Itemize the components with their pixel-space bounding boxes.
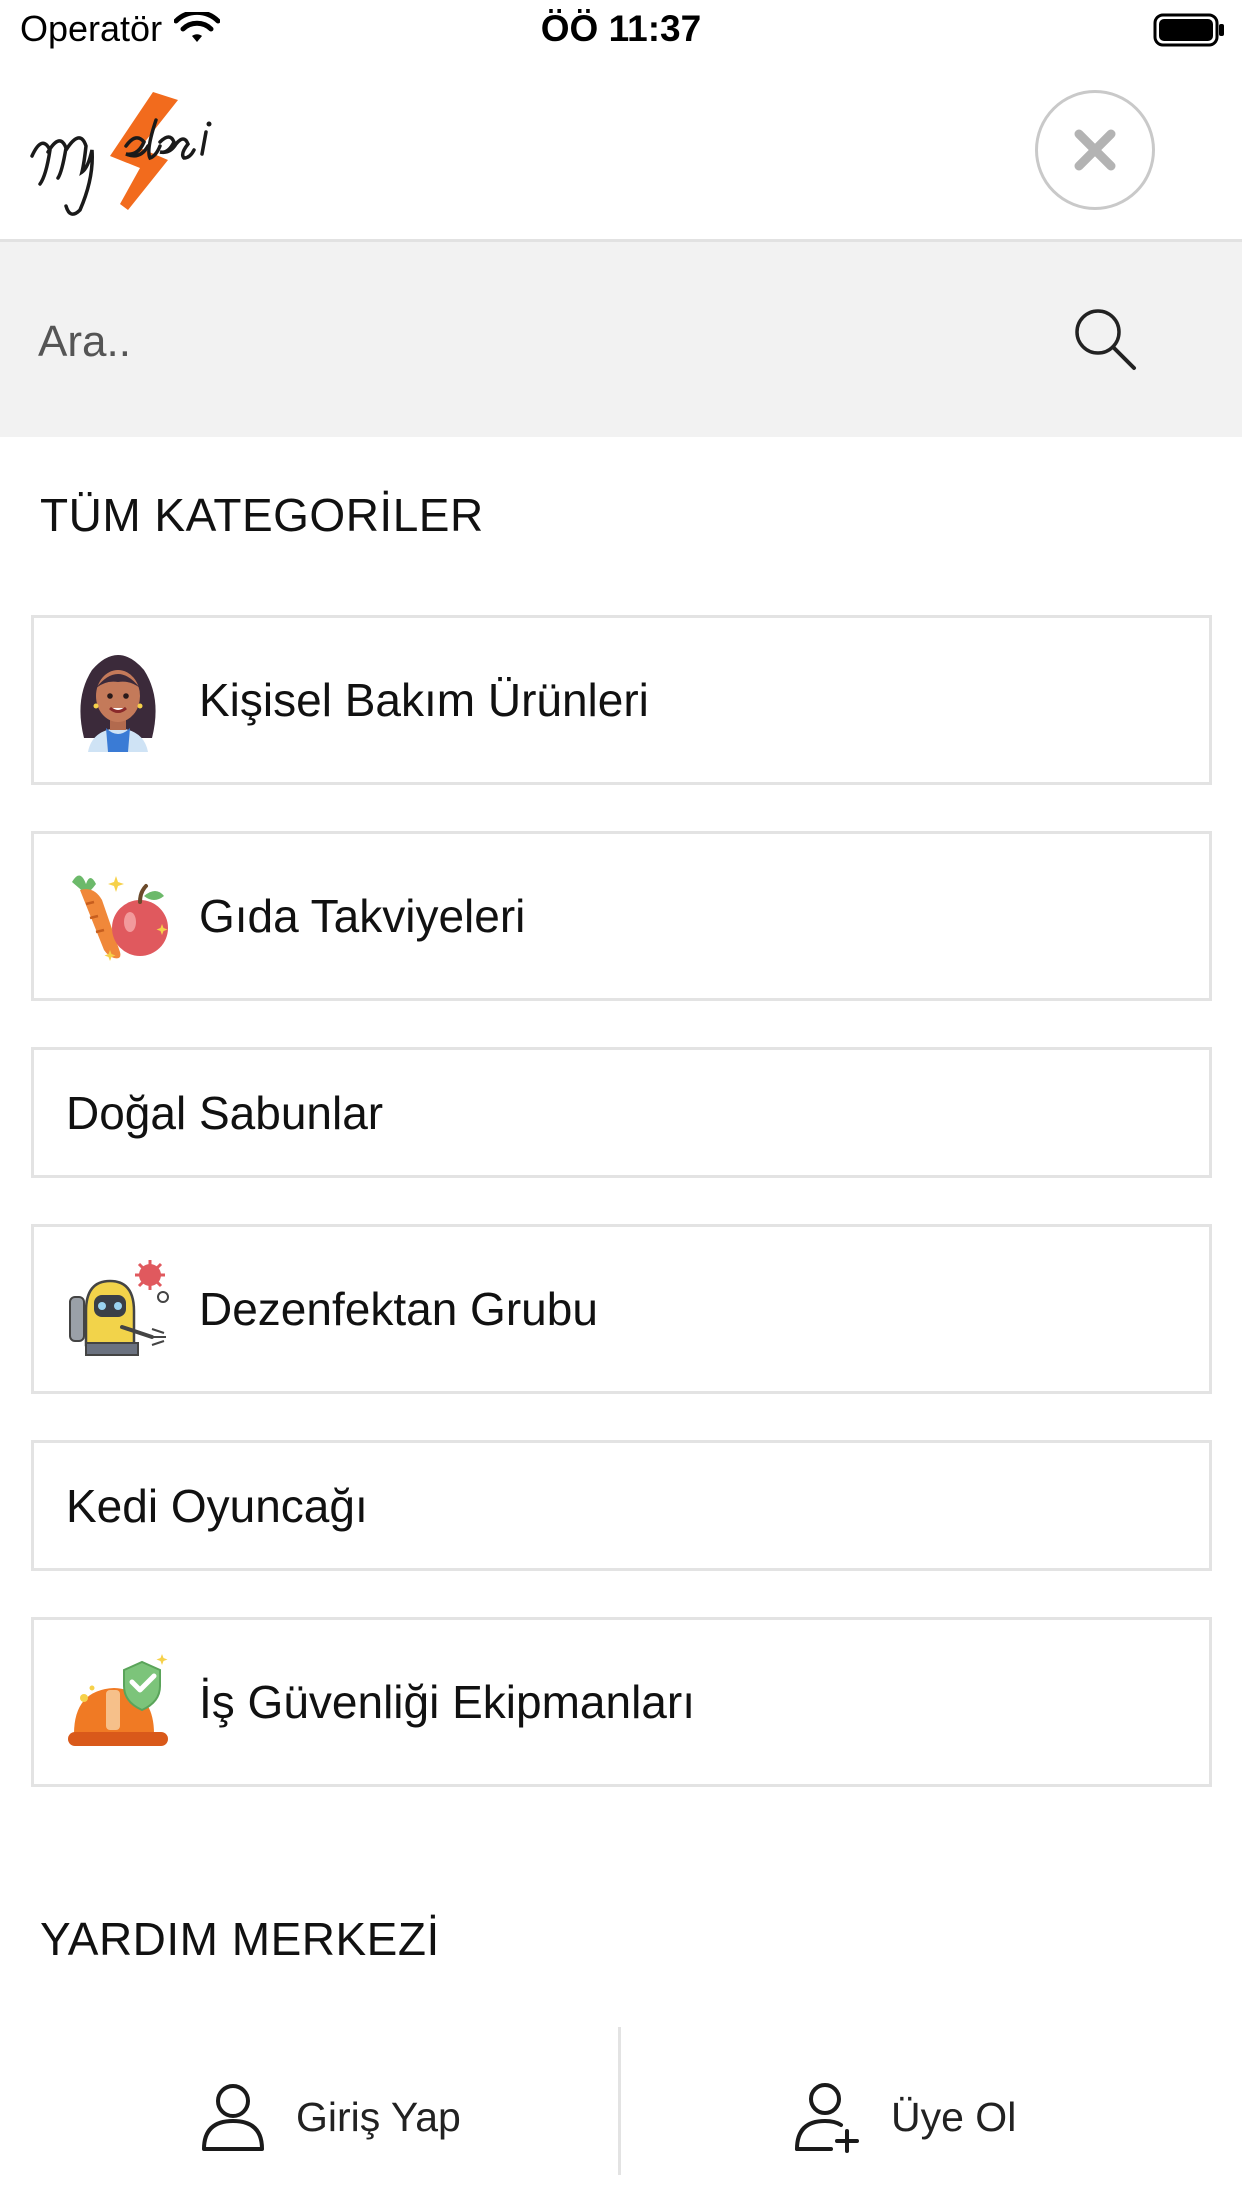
- add-user-icon: [795, 2083, 859, 2153]
- close-menu-button[interactable]: [1035, 90, 1155, 210]
- fruit-vegetable-icon: [72, 875, 168, 961]
- app-header: [0, 62, 1242, 242]
- disinfection-worker-icon: [69, 1260, 169, 1356]
- status-bar: Operatör ÖÖ 11:37: [0, 0, 1242, 62]
- category-label: İş Güvenliği Ekipmanları: [199, 1676, 695, 1728]
- category-label: Gıda Takviyeleri: [199, 890, 526, 942]
- battery-icon: [1153, 13, 1224, 47]
- bottom-bar: [0, 2026, 1242, 2208]
- categories-heading: TÜM KATEGORİLER: [40, 489, 484, 541]
- user-icon: [202, 2084, 264, 2151]
- category-label: Doğal Sabunlar: [66, 1086, 384, 1139]
- status-time: ÖÖ 11:37: [540, 8, 702, 49]
- search-bar: [0, 242, 1242, 437]
- category-item-natural-soaps[interactable]: Doğal Sabunlar: [31, 1047, 1212, 1178]
- search-input[interactable]: [38, 297, 1018, 387]
- category-label: Kedi Oyuncağı: [66, 1479, 368, 1532]
- bottom-divider: [618, 2027, 621, 2175]
- category-item-disinfectant[interactable]: Dezenfektan Grubu: [31, 1224, 1212, 1394]
- category-item-work-safety[interactable]: İş Güvenliği Ekipmanları: [31, 1617, 1212, 1787]
- category-item-food-supplements[interactable]: Gıda Takviyeleri: [31, 831, 1212, 1001]
- login-label: Giriş Yap: [296, 2093, 461, 2140]
- brand-logo[interactable]: [28, 86, 218, 216]
- category-item-personal-care[interactable]: Kişisel Bakım Ürünleri: [31, 615, 1212, 785]
- register-button[interactable]: Üye Ol: [795, 2062, 1016, 2172]
- login-button[interactable]: Giriş Yap: [200, 2062, 461, 2172]
- category-label: Kişisel Bakım Ürünleri: [199, 674, 649, 726]
- search-icon[interactable]: [1070, 304, 1140, 374]
- woman-avatar-icon: [80, 655, 156, 752]
- register-label: Üye Ol: [891, 2093, 1017, 2140]
- close-icon: [1074, 129, 1116, 171]
- help-center-heading[interactable]: YARDIM MERKEZİ: [40, 1912, 440, 1966]
- category-item-cat-toys[interactable]: Kedi Oyuncağı: [31, 1440, 1212, 1571]
- safety-helmet-icon: [68, 1654, 168, 1746]
- category-label: Dezenfektan Grubu: [199, 1283, 598, 1335]
